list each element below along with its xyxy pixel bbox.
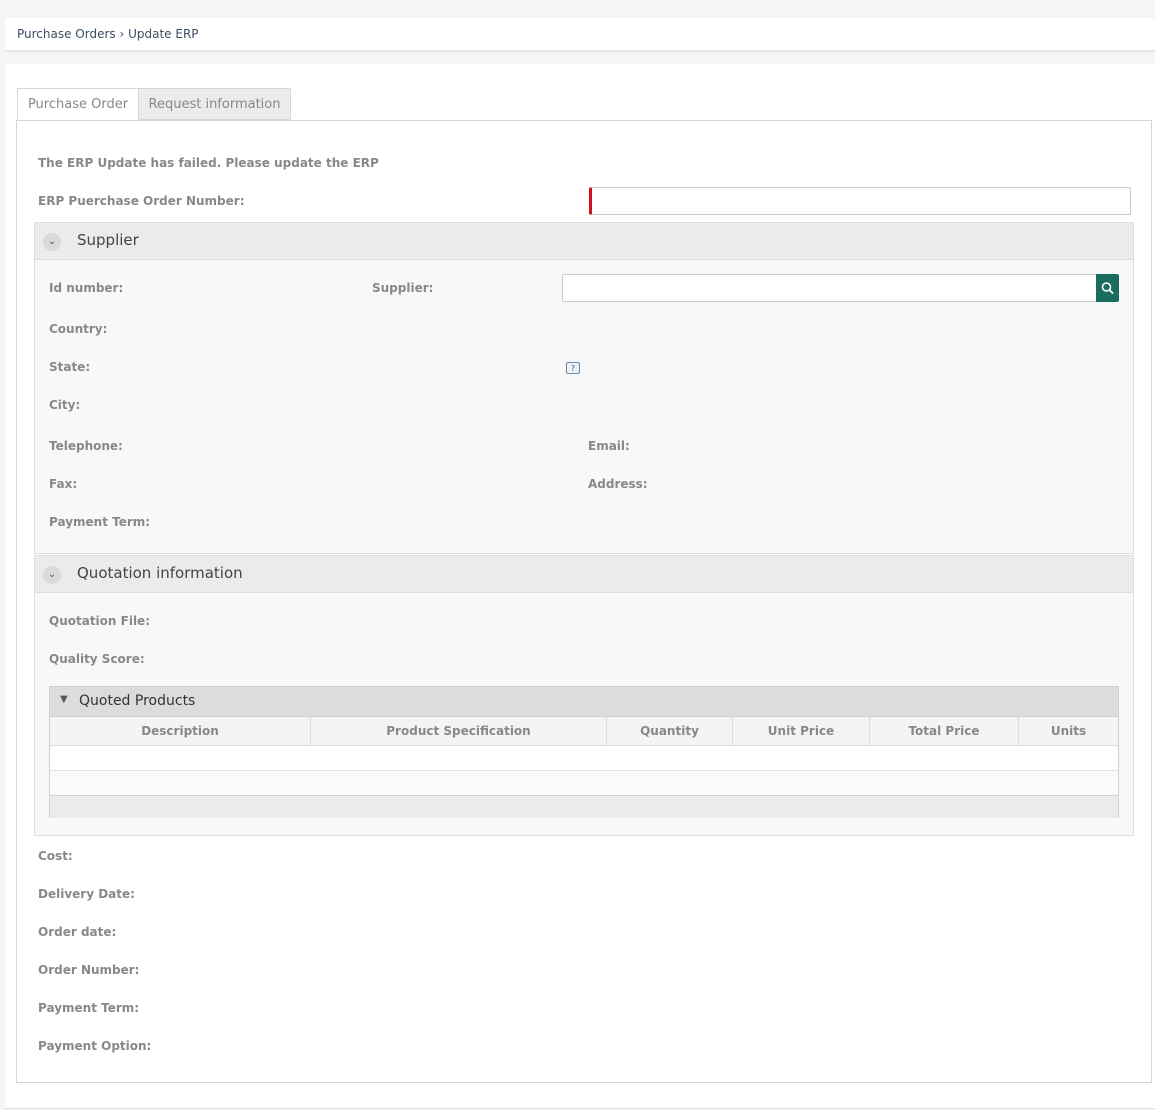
- email-label: Email:: [588, 439, 630, 453]
- search-icon: [1101, 282, 1114, 295]
- order-date-label: Order date:: [38, 925, 117, 939]
- order-number-label: Order Number:: [38, 963, 140, 977]
- telephone-label: Telephone:: [49, 439, 123, 453]
- quotation-file-label: Quotation File:: [49, 614, 150, 628]
- column-product-specification[interactable]: Product Specification: [311, 717, 607, 745]
- supplier-section-header[interactable]: ⌄ Supplier: [35, 223, 1133, 260]
- breadcrumb: Purchase Orders › Update ERP: [5, 18, 1155, 51]
- column-unit-price[interactable]: Unit Price: [733, 717, 870, 745]
- payment-option-label: Payment Option:: [38, 1039, 152, 1053]
- state-label: State:: [49, 360, 91, 374]
- quality-score-label: Quality Score:: [49, 652, 145, 666]
- address-label: Address:: [588, 477, 648, 491]
- supplier-input[interactable]: [562, 274, 1097, 302]
- quoted-products-columns: Description Product Specification Quanti…: [50, 717, 1118, 746]
- help-icon[interactable]: ?: [566, 362, 580, 374]
- id-number-label: Id number:: [49, 281, 124, 295]
- country-label: Country:: [49, 322, 108, 336]
- table-row[interactable]: [50, 771, 1118, 796]
- quoted-products-title: Quoted Products: [79, 693, 196, 709]
- supplier-label: Supplier:: [372, 281, 434, 295]
- quoted-products-header[interactable]: ▼ Quoted Products: [50, 687, 1118, 717]
- erp-failure-message: The ERP Update has failed. Please update…: [38, 156, 379, 170]
- chevron-down-icon[interactable]: ⌄: [43, 233, 61, 251]
- erp-order-number-input[interactable]: [589, 187, 1131, 215]
- column-units[interactable]: Units: [1019, 717, 1118, 745]
- supplier-section-title: Supplier: [77, 231, 139, 249]
- column-total-price[interactable]: Total Price: [870, 717, 1019, 745]
- erp-order-number-label: ERP Puerchase Order Number:: [38, 194, 245, 208]
- delivery-date-label: Delivery Date:: [38, 887, 135, 901]
- quoted-products-grid: ▼ Quoted Products Description Product Sp…: [49, 686, 1119, 818]
- grid-footer: [50, 796, 1118, 818]
- breadcrumb-path[interactable]: Purchase Orders › Update ERP: [5, 18, 1155, 50]
- tab-request-information[interactable]: Request information: [139, 88, 291, 120]
- chevron-down-icon[interactable]: ⌄: [43, 566, 61, 584]
- quotation-section-header[interactable]: ⌄ Quotation information: [35, 556, 1133, 593]
- quotation-section-title: Quotation information: [77, 564, 243, 582]
- supplier-section: ⌄ Supplier: [34, 222, 1134, 554]
- table-row[interactable]: [50, 746, 1118, 771]
- payment-term-label: Payment Term:: [38, 1001, 140, 1015]
- supplier-payment-term-label: Payment Term:: [49, 515, 151, 529]
- tab-purchase-order[interactable]: Purchase Order: [17, 88, 139, 120]
- city-label: City:: [49, 398, 81, 412]
- column-quantity[interactable]: Quantity: [607, 717, 733, 745]
- column-description[interactable]: Description: [50, 717, 311, 745]
- cost-label: Cost:: [38, 849, 73, 863]
- supplier-search-button[interactable]: [1096, 274, 1119, 302]
- fax-label: Fax:: [49, 477, 78, 491]
- chevron-down-icon[interactable]: ▼: [60, 694, 68, 705]
